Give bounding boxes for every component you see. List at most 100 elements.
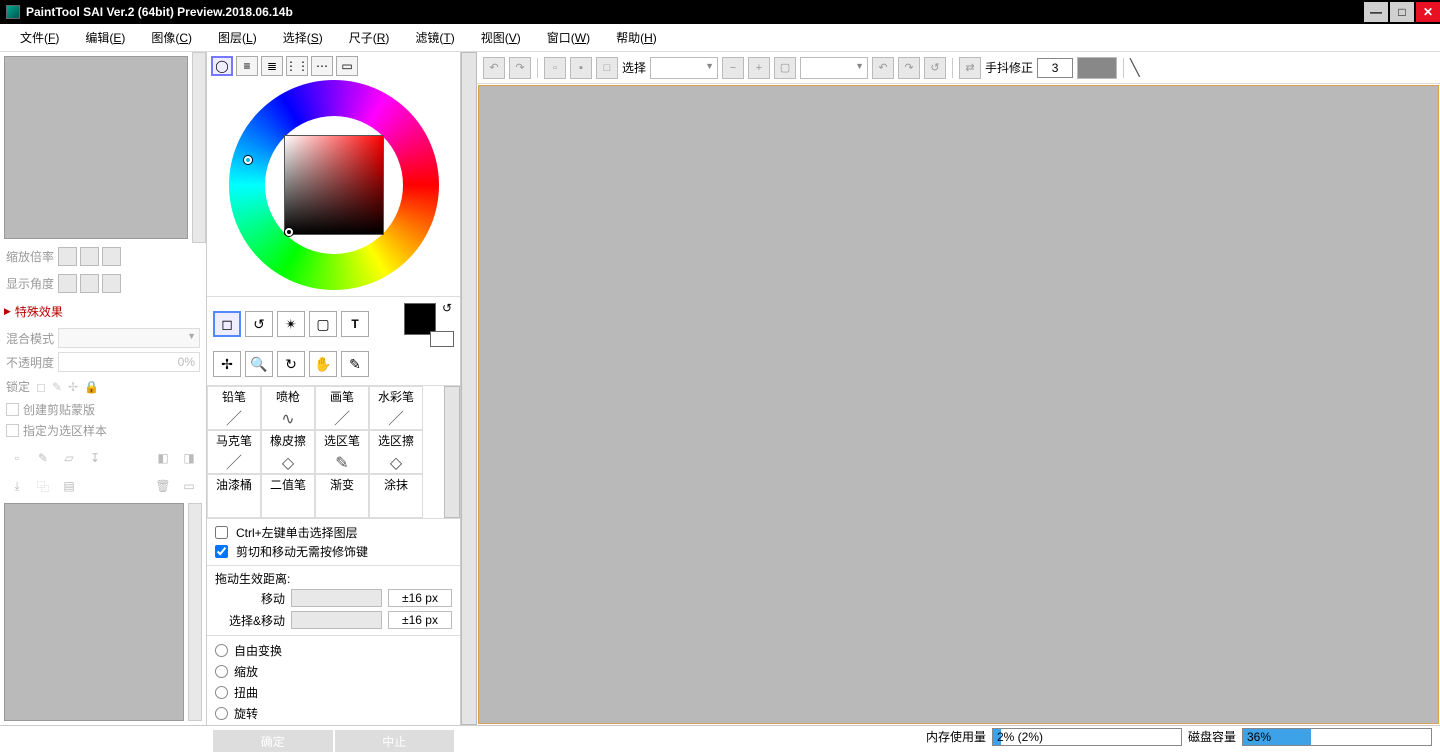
hue-marker[interactable] bbox=[244, 156, 252, 164]
menu-view[interactable]: 视图(V) bbox=[481, 29, 521, 46]
brush-eraser[interactable]: 橡皮擦◇ bbox=[261, 430, 315, 474]
mixer-tab[interactable]: ⋮⋮ bbox=[286, 56, 308, 76]
free-transform-radio[interactable] bbox=[215, 644, 228, 657]
brush-bucket[interactable]: 油漆桶 bbox=[207, 474, 261, 518]
menu-ruler[interactable]: 尺子(R) bbox=[349, 29, 390, 46]
menu-layer[interactable]: 图层(L) bbox=[218, 29, 257, 46]
navigator-thumbnail[interactable] bbox=[4, 56, 188, 239]
flatten-icon[interactable]: ▤ bbox=[58, 475, 80, 497]
rotate-radio[interactable] bbox=[215, 707, 228, 720]
reset-angle-button[interactable]: ↺ bbox=[924, 57, 946, 79]
scratchpad-tab[interactable]: ▭ bbox=[336, 56, 358, 76]
angle-dropdown[interactable] bbox=[800, 57, 868, 79]
close-button[interactable]: ✕ bbox=[1416, 2, 1440, 22]
move-tool[interactable]: ✢ bbox=[213, 351, 241, 377]
layer-list-scrollbar[interactable] bbox=[188, 503, 202, 721]
magic-wand-tool[interactable]: ✴ bbox=[277, 311, 305, 337]
hand-tool[interactable]: ✋ bbox=[309, 351, 337, 377]
rgb-slider-tab[interactable]: ≡ bbox=[236, 56, 258, 76]
lock-pixels-icon[interactable]: ✎ bbox=[52, 380, 62, 394]
lock-all-icon[interactable]: 🔒 bbox=[84, 380, 99, 394]
delete-layer-icon[interactable]: 🗑 bbox=[152, 475, 174, 497]
background-color[interactable] bbox=[430, 331, 454, 347]
select-move-value[interactable]: ±16 px bbox=[388, 611, 452, 629]
brush-seleraser[interactable]: 选区擦◇ bbox=[369, 430, 423, 474]
scale-radio[interactable] bbox=[215, 665, 228, 678]
zoom-minus-button[interactable] bbox=[58, 247, 77, 266]
shape-tool[interactable]: ▢ bbox=[309, 311, 337, 337]
clear-layer-icon[interactable]: ▭ bbox=[178, 475, 200, 497]
transfer-down-icon[interactable]: ↧ bbox=[84, 447, 106, 469]
hsv-slider-tab[interactable]: ≣ bbox=[261, 56, 283, 76]
stabilizer-dropdown[interactable] bbox=[1077, 57, 1117, 79]
marquee-tool[interactable]: ◻ bbox=[213, 311, 241, 337]
effects-header[interactable]: 特殊效果 bbox=[0, 297, 206, 326]
swatches-tab[interactable]: ⋯ bbox=[311, 56, 333, 76]
zoom-out-button[interactable]: − bbox=[722, 57, 744, 79]
zoom-tool[interactable]: 🔍 bbox=[245, 351, 273, 377]
rotate-cw-button[interactable]: ↷ bbox=[898, 57, 920, 79]
distort-radio[interactable] bbox=[215, 686, 228, 699]
move-value[interactable]: ±16 px bbox=[388, 589, 452, 607]
menu-edit[interactable]: 编辑(E) bbox=[85, 29, 125, 46]
brush-watercolor[interactable]: 水彩笔／ bbox=[369, 386, 423, 430]
color-wheel[interactable] bbox=[229, 80, 439, 290]
merge-down-icon[interactable]: ⤓ bbox=[6, 475, 28, 497]
menu-image[interactable]: 图像(C) bbox=[151, 29, 192, 46]
select-move-slider[interactable] bbox=[291, 611, 382, 629]
maximize-button[interactable]: □ bbox=[1390, 2, 1414, 22]
menu-filter[interactable]: 滤镜(T) bbox=[415, 29, 454, 46]
menu-help[interactable]: 帮助(H) bbox=[616, 29, 657, 46]
rotate-tool[interactable]: ↻ bbox=[277, 351, 305, 377]
zoom-dropdown[interactable] bbox=[650, 57, 718, 79]
invert-selection-button[interactable]: ▪ bbox=[570, 57, 592, 79]
blend-mode-dropdown[interactable] bbox=[58, 328, 200, 348]
ok-button[interactable]: 确定 bbox=[213, 730, 333, 752]
zoom-fit-button[interactable]: ▢ bbox=[774, 57, 796, 79]
new-folder-icon[interactable]: ▱ bbox=[58, 447, 80, 469]
brush-smudge[interactable]: 涂抹 bbox=[369, 474, 423, 518]
menu-file[interactable]: 文件(F) bbox=[20, 29, 59, 46]
cut-move-checkbox[interactable] bbox=[215, 545, 228, 558]
new-layer-icon[interactable]: ▫ bbox=[6, 447, 28, 469]
angle-plus-button[interactable] bbox=[80, 274, 99, 293]
eyedropper-tool[interactable]: ✎ bbox=[341, 351, 369, 377]
sv-marker[interactable] bbox=[285, 228, 293, 236]
layer-list[interactable] bbox=[4, 503, 184, 721]
undo-button[interactable]: ↶ bbox=[483, 57, 505, 79]
color-fgbg[interactable]: ↺ bbox=[402, 301, 454, 347]
color-wheel-tab[interactable]: ◯ bbox=[211, 56, 233, 76]
redo-button[interactable]: ↷ bbox=[509, 57, 531, 79]
lasso-tool[interactable]: ↺ bbox=[245, 311, 273, 337]
lock-none-icon[interactable]: ◻ bbox=[36, 380, 46, 394]
brush-gradient[interactable]: 渐变 bbox=[315, 474, 369, 518]
menu-select[interactable]: 选择(S) bbox=[283, 29, 323, 46]
brush-pencil[interactable]: 铅笔／ bbox=[207, 386, 261, 430]
stabilizer-field[interactable]: 3 bbox=[1037, 58, 1073, 78]
zoom-reset-button[interactable] bbox=[102, 247, 121, 266]
flip-button[interactable]: ⇄ bbox=[959, 57, 981, 79]
show-selection-button[interactable]: □ bbox=[596, 57, 618, 79]
mask-icon[interactable]: ◧ bbox=[152, 447, 174, 469]
brush-brush[interactable]: 画笔／ bbox=[315, 386, 369, 430]
brush-selpen[interactable]: 选区笔✎ bbox=[315, 430, 369, 474]
brush-scrollbar[interactable] bbox=[444, 386, 460, 518]
minimize-button[interactable]: — bbox=[1364, 2, 1388, 22]
selection-source-checkbox[interactable] bbox=[6, 424, 19, 437]
lock-move-icon[interactable]: ✢ bbox=[68, 380, 78, 394]
text-tool[interactable]: T bbox=[341, 311, 369, 337]
new-vector-layer-icon[interactable]: ✎ bbox=[32, 447, 54, 469]
brush-binary[interactable]: 二值笔 bbox=[261, 474, 315, 518]
menu-window[interactable]: 窗口(W) bbox=[547, 29, 590, 46]
swap-colors-icon[interactable]: ↺ bbox=[442, 301, 452, 315]
navigator-scrollbar[interactable] bbox=[192, 52, 206, 243]
cancel-button[interactable]: 中止 bbox=[335, 730, 455, 752]
move-slider[interactable] bbox=[291, 589, 382, 607]
angle-reset-button[interactable] bbox=[102, 274, 121, 293]
ctrl-click-layer-checkbox[interactable] bbox=[215, 526, 228, 539]
zoom-in-button[interactable]: + bbox=[748, 57, 770, 79]
clipping-mask-checkbox[interactable] bbox=[6, 403, 19, 416]
apply-mask-icon[interactable]: ◨ bbox=[178, 447, 200, 469]
brush-marker[interactable]: 马克笔／ bbox=[207, 430, 261, 474]
opacity-field[interactable]: 0% bbox=[58, 352, 200, 372]
